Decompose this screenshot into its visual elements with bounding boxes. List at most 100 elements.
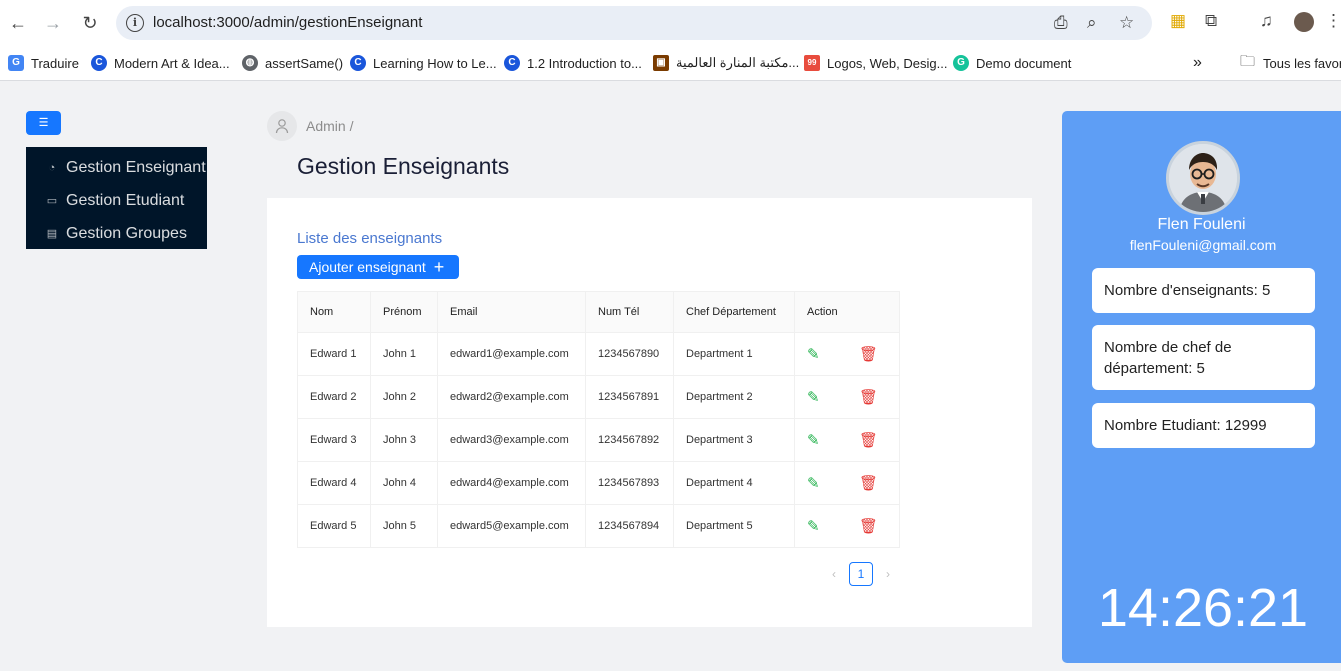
edit-icon[interactable]: ✎ — [807, 517, 825, 535]
sidebar-item-label: Gestion Etudiant — [66, 191, 185, 209]
table-row: Edward 1 John 1 edward1@example.com 1234… — [297, 332, 900, 376]
column-header[interactable]: Chef Département — [673, 291, 795, 333]
sidebar-menu: ◔ Gestion Enseignant ▭ Gestion Etudiant … — [26, 147, 207, 249]
media-control-icon[interactable]: ♫ — [1260, 11, 1273, 31]
extension-grid-icon[interactable]: ▦ — [1170, 11, 1186, 31]
prev-page-icon[interactable]: ‹ — [819, 567, 849, 581]
more-bookmarks-icon[interactable]: » — [1193, 52, 1202, 74]
bookmark-item[interactable]: C 1.2 Introduction to... — [504, 52, 642, 74]
plus-icon: + — [433, 257, 445, 277]
cell-actions: ✎ 🗑 — [794, 461, 900, 505]
add-teacher-button[interactable]: Ajouter enseignant + — [297, 255, 459, 279]
breadcrumb[interactable]: Admin / — [306, 118, 353, 134]
cell-nom: Edward 2 — [297, 375, 371, 419]
cell-actions: ✎ 🗑 — [794, 504, 900, 548]
cell-actions: ✎ 🗑 — [794, 375, 900, 419]
reload-icon[interactable]: ↻ — [79, 12, 101, 34]
sidebar-item-gestion-enseignant[interactable]: ◔ Gestion Enseignant — [26, 151, 207, 184]
cell-department: Department 5 — [673, 504, 795, 548]
cell-email: edward5@example.com — [437, 504, 586, 548]
column-header[interactable]: Email — [437, 291, 586, 333]
menu-toggle-button[interactable]: ☰ — [26, 111, 61, 135]
bookmark-item[interactable]: 99 Logos, Web, Desig... — [804, 52, 947, 74]
bookmark-label: Modern Art & Idea... — [114, 55, 230, 71]
page-number-current[interactable]: 1 — [849, 562, 873, 586]
url-text[interactable]: localhost:3000/admin/gestionEnseignant — [153, 14, 422, 31]
99designs-icon: 99 — [804, 55, 820, 71]
coursera-icon: C — [504, 55, 520, 71]
pagination: ‹ 1 › — [819, 562, 903, 586]
bookmarks-bar: G Traduire C Modern Art & Idea... ◍ asse… — [0, 46, 1341, 81]
delete-icon[interactable]: 🗑 — [859, 474, 878, 492]
sidebar-item-gestion-etudiant[interactable]: ▭ Gestion Etudiant — [26, 184, 207, 217]
zoom-icon[interactable]: ⌕ — [1087, 13, 1097, 33]
cell-phone: 1234567894 — [585, 504, 674, 548]
address-bar[interactable]: i localhost:3000/admin/gestionEnseignant… — [116, 6, 1152, 40]
globe-icon: ◍ — [242, 55, 258, 71]
delete-icon[interactable]: 🗑 — [859, 345, 878, 363]
cell-prenom: John 4 — [370, 461, 438, 505]
table-row: Edward 2 John 2 edward2@example.com 1234… — [297, 375, 900, 419]
next-page-icon[interactable]: › — [873, 567, 903, 581]
cell-email: edward2@example.com — [437, 375, 586, 419]
edit-icon[interactable]: ✎ — [807, 388, 825, 406]
cell-department: Department 4 — [673, 461, 795, 505]
edit-icon[interactable]: ✎ — [807, 431, 825, 449]
cell-prenom: John 1 — [370, 332, 438, 376]
sidebar-item-label: Gestion Enseignant — [66, 158, 206, 176]
user-name: Flen Fouleni — [1157, 216, 1246, 233]
table-row: Edward 5 John 5 edward5@example.com 1234… — [297, 504, 900, 548]
delete-icon[interactable]: 🗑 — [859, 517, 878, 535]
bookmark-item[interactable]: ▣ مكتبة المنارة العالمية... — [653, 52, 799, 74]
delete-icon[interactable]: 🗑 — [859, 431, 878, 449]
cell-email: edward1@example.com — [437, 332, 586, 376]
sidebar-item-gestion-groupes[interactable]: ▤ Gestion Groupes — [26, 217, 207, 250]
all-bookmarks-button[interactable]: 🗀 Tous les favoris — [1240, 52, 1341, 74]
delete-icon[interactable]: 🗑 — [859, 388, 878, 406]
forward-arrow-icon[interactable]: → — [42, 12, 64, 34]
coursera-icon: C — [350, 55, 366, 71]
site-info-icon[interactable]: i — [126, 14, 144, 32]
install-app-icon[interactable]: ⎙ — [1054, 13, 1068, 33]
content-card: Liste des enseignants Ajouter enseignant… — [267, 198, 1032, 627]
bookmark-item[interactable]: C Learning How to Le... — [350, 52, 497, 74]
cell-actions: ✎ 🗑 — [794, 332, 900, 376]
cell-prenom: John 2 — [370, 375, 438, 419]
stat-department-heads-count: Nombre de chef de département: 5 — [1092, 325, 1315, 390]
bookmark-label: Logos, Web, Desig... — [827, 55, 948, 71]
list-title: Liste des enseignants — [297, 230, 443, 247]
column-header[interactable]: Num Tél — [585, 291, 674, 333]
column-header[interactable]: Nom — [297, 291, 371, 333]
user-avatar-illustration — [1169, 144, 1237, 212]
pie-chart-icon: ◔ — [48, 161, 56, 174]
bookmark-star-icon[interactable]: ☆ — [1119, 13, 1134, 33]
back-arrow-icon[interactable]: ← — [7, 12, 29, 34]
column-header[interactable]: Prénom — [370, 291, 438, 333]
cell-phone: 1234567893 — [585, 461, 674, 505]
library-icon: ▣ — [653, 55, 669, 71]
menu-fold-icon: ☰ — [38, 117, 49, 129]
menu-dots-icon[interactable]: ⋮ — [1325, 11, 1341, 31]
profile-avatar[interactable] — [1294, 12, 1314, 32]
bookmark-item[interactable]: G Traduire — [8, 52, 79, 74]
extensions-icon[interactable]: ⧉ — [1205, 11, 1217, 31]
edit-icon[interactable]: ✎ — [807, 474, 825, 492]
bookmark-label: assertSame() — [265, 55, 344, 71]
bookmark-label: Demo document — [976, 55, 1072, 71]
grammarly-icon: G — [953, 55, 969, 71]
bookmark-label: Traduire — [31, 55, 79, 71]
user-email: flenFouleni@gmail.com — [1129, 237, 1277, 253]
cell-nom: Edward 4 — [297, 461, 371, 505]
stat-teachers-count: Nombre d'enseignants: 5 — [1092, 268, 1315, 313]
edit-icon[interactable]: ✎ — [807, 345, 825, 363]
bookmark-item[interactable]: ◍ assertSame() — [242, 52, 343, 74]
cell-nom: Edward 3 — [297, 418, 371, 462]
cell-nom: Edward 1 — [297, 332, 371, 376]
add-button-label: Ajouter enseignant — [309, 259, 426, 275]
cell-email: edward3@example.com — [437, 418, 586, 462]
breadcrumb-avatar — [267, 111, 297, 141]
bookmark-item[interactable]: G Demo document — [953, 52, 1071, 74]
cell-nom: Edward 5 — [297, 504, 371, 548]
bookmark-item[interactable]: C Modern Art & Idea... — [91, 52, 230, 74]
cell-department: Department 1 — [673, 332, 795, 376]
